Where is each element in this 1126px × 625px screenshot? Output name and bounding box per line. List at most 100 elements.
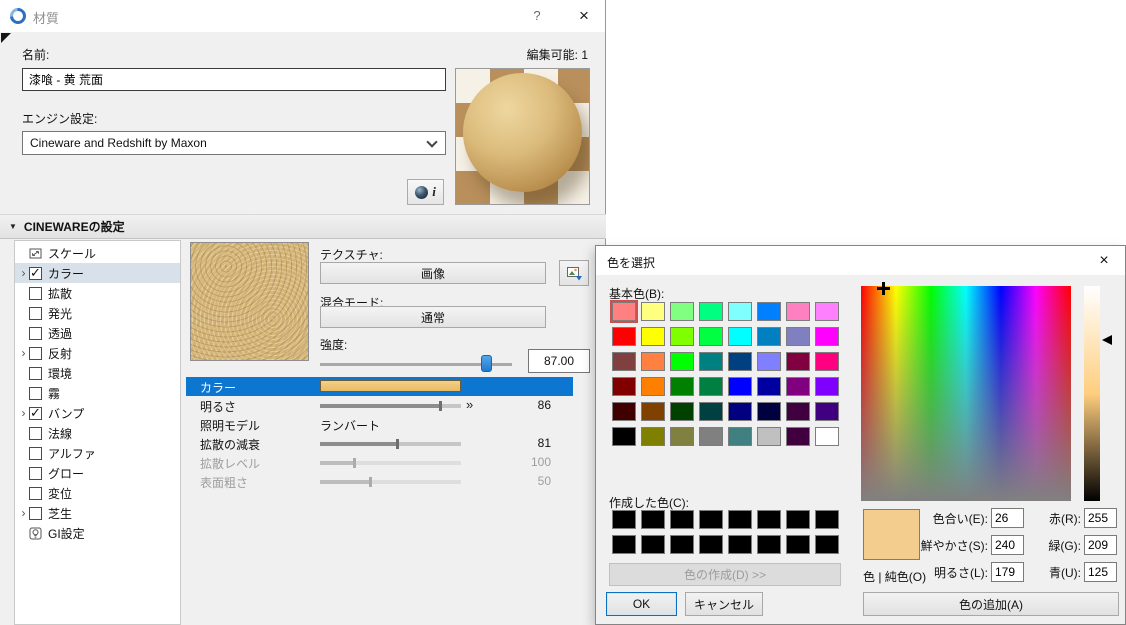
basic-color-swatch[interactable] (641, 352, 665, 371)
cancel-button[interactable]: キャンセル (685, 592, 763, 616)
basic-color-swatch[interactable] (757, 327, 781, 346)
custom-color-swatch[interactable] (815, 535, 839, 554)
checkbox[interactable] (29, 327, 42, 340)
strength-slider-handle[interactable] (481, 355, 492, 372)
blend-mode-button[interactable]: 通常 (320, 306, 546, 328)
hue-input[interactable] (991, 508, 1024, 528)
close-button[interactable]: × (573, 5, 595, 26)
expand-chevron-icon[interactable]: » (466, 397, 473, 412)
custom-color-swatch[interactable] (815, 510, 839, 529)
basic-color-swatch[interactable] (699, 427, 723, 446)
basic-color-swatch[interactable] (728, 377, 752, 396)
expander-icon[interactable]: › (18, 346, 29, 360)
checkbox[interactable] (29, 287, 42, 300)
custom-color-swatch[interactable] (728, 510, 752, 529)
help-button[interactable]: ? (528, 8, 546, 23)
basic-color-swatch[interactable] (699, 402, 723, 421)
checkbox[interactable] (29, 427, 42, 440)
basic-color-swatch[interactable] (699, 377, 723, 396)
custom-color-swatch[interactable] (786, 510, 810, 529)
tree-item[interactable]: 発光 (15, 303, 180, 323)
checkbox[interactable] (29, 387, 42, 400)
checkbox[interactable] (29, 487, 42, 500)
basic-color-swatch[interactable] (612, 302, 636, 321)
basic-color-swatch[interactable] (786, 352, 810, 371)
basic-color-swatch[interactable] (786, 427, 810, 446)
luminance-bar[interactable] (1084, 286, 1100, 501)
slider-track[interactable] (320, 442, 461, 446)
custom-color-swatch[interactable] (728, 535, 752, 554)
checkbox[interactable] (29, 407, 42, 420)
basic-color-swatch[interactable] (728, 327, 752, 346)
custom-color-swatch[interactable] (757, 510, 781, 529)
custom-color-swatch[interactable] (757, 535, 781, 554)
slider-track[interactable] (320, 480, 461, 484)
custom-color-swatch[interactable] (641, 535, 665, 554)
basic-color-swatch[interactable] (757, 427, 781, 446)
basic-color-swatch[interactable] (670, 427, 694, 446)
custom-color-swatch[interactable] (641, 510, 665, 529)
tree-item[interactable]: GI設定 (15, 523, 180, 543)
tree-item[interactable]: 拡散 (15, 283, 180, 303)
material-info-button[interactable]: i (407, 179, 444, 205)
tree-item[interactable]: 法線 (15, 423, 180, 443)
tree-item[interactable]: 霧 (15, 383, 180, 403)
basic-color-swatch[interactable] (699, 302, 723, 321)
green-input[interactable] (1084, 535, 1117, 555)
collapse-arrow-icon[interactable]: ▼ (9, 222, 17, 231)
checkbox[interactable] (29, 347, 42, 360)
basic-color-swatch[interactable] (641, 427, 665, 446)
basic-color-swatch[interactable] (815, 427, 839, 446)
basic-color-swatch[interactable] (728, 352, 752, 371)
basic-color-swatch[interactable] (728, 302, 752, 321)
basic-color-swatch[interactable] (815, 327, 839, 346)
custom-color-swatch[interactable] (670, 535, 694, 554)
texture-options-button[interactable] (559, 260, 589, 286)
tree-item[interactable]: アルファ (15, 443, 180, 463)
basic-color-swatch[interactable] (641, 377, 665, 396)
strength-slider[interactable] (320, 354, 512, 374)
basic-color-swatch[interactable] (670, 352, 694, 371)
basic-color-swatch[interactable] (786, 302, 810, 321)
basic-color-swatch[interactable] (612, 427, 636, 446)
tree-item[interactable]: ›バンプ (15, 403, 180, 423)
basic-color-swatch[interactable] (641, 302, 665, 321)
property-value-text[interactable]: ランバート (320, 417, 380, 434)
basic-color-swatch[interactable] (699, 327, 723, 346)
tree-item[interactable]: スケール (15, 243, 180, 263)
basic-color-swatch[interactable] (612, 402, 636, 421)
basic-color-swatch[interactable] (757, 402, 781, 421)
texture-type-button[interactable]: 画像 (320, 262, 546, 284)
color-swatch[interactable] (320, 380, 461, 392)
slider-track[interactable] (320, 404, 461, 408)
ok-button[interactable]: OK (606, 592, 677, 616)
custom-color-swatch[interactable] (699, 535, 723, 554)
property-row[interactable]: 表面粗さ50 (186, 472, 573, 491)
property-row[interactable]: 拡散の減衰81 (186, 434, 573, 453)
hue-saturation-field[interactable] (861, 286, 1071, 501)
material-name-input[interactable] (22, 68, 446, 91)
basic-color-swatch[interactable] (786, 327, 810, 346)
basic-color-swatch[interactable] (641, 402, 665, 421)
custom-color-swatch[interactable] (612, 535, 636, 554)
basic-color-swatch[interactable] (670, 377, 694, 396)
basic-color-swatch[interactable] (815, 377, 839, 396)
luminance-arrow-icon[interactable] (1102, 335, 1112, 345)
tree-item[interactable]: ›カラー (15, 263, 180, 283)
expander-icon[interactable]: › (18, 406, 29, 420)
expander-icon[interactable]: › (18, 266, 29, 280)
checkbox[interactable] (29, 367, 42, 380)
basic-color-swatch[interactable] (612, 377, 636, 396)
basic-color-swatch[interactable] (670, 302, 694, 321)
basic-color-swatch[interactable] (670, 402, 694, 421)
tree-item[interactable]: ›芝生 (15, 503, 180, 523)
basic-color-swatch[interactable] (815, 352, 839, 371)
basic-color-swatch[interactable] (757, 377, 781, 396)
red-input[interactable] (1084, 508, 1117, 528)
property-row[interactable]: 拡散レベル100 (186, 453, 573, 472)
basic-color-swatch[interactable] (757, 352, 781, 371)
checkbox[interactable] (29, 307, 42, 320)
basic-color-swatch[interactable] (786, 402, 810, 421)
color-dialog-titlebar[interactable]: 色を選択 × (596, 246, 1125, 275)
saturation-input[interactable] (991, 535, 1024, 555)
